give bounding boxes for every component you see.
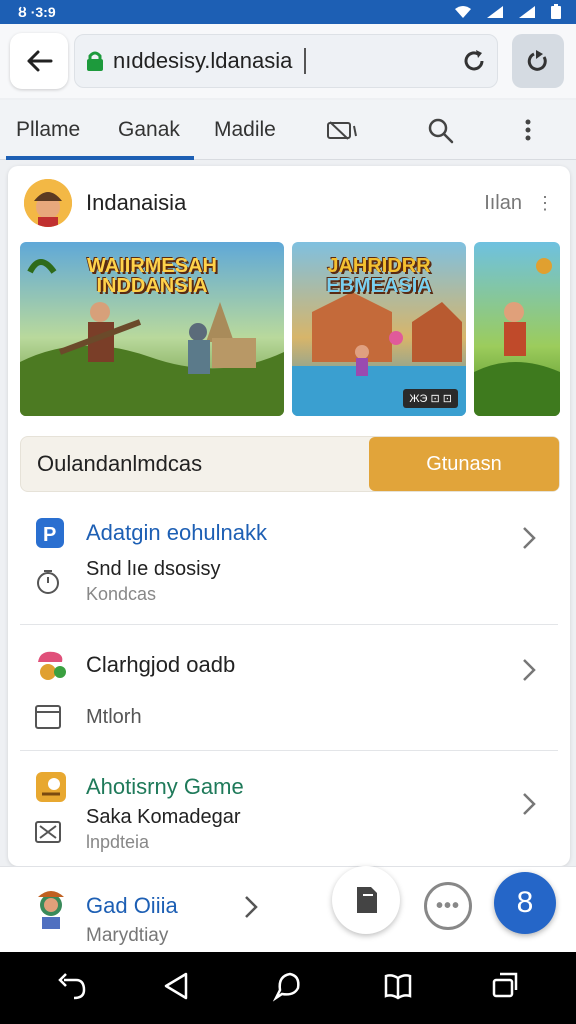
list-item-1-sub2: Kondcas <box>86 584 157 604</box>
divider <box>20 624 558 625</box>
more-options-button[interactable]: ••• <box>424 882 472 930</box>
search-icon[interactable] <box>428 118 454 144</box>
list-item-3[interactable]: Ahotisrny Game Saka Komadegar lnpdteia <box>20 762 558 866</box>
wifi-icon <box>455 6 471 18</box>
list-item-3-sub2: lnpdteia <box>86 832 150 852</box>
character-avatar-icon <box>24 179 72 227</box>
list-item-3-title: Ahotisrny Game <box>86 774 244 799</box>
home-icon[interactable] <box>272 970 302 1002</box>
tab-ganak[interactable]: Ganak <box>118 118 180 142</box>
lock-icon <box>87 51 103 71</box>
chevron-right-icon <box>523 659 536 681</box>
system-nav-bar <box>0 952 576 1024</box>
thumbnail-2-title: JAHRIDRR <box>327 255 431 277</box>
tab-pllame[interactable]: Pllame <box>16 118 80 142</box>
refresh-share-icon <box>527 50 547 71</box>
recents-icon[interactable] <box>490 970 520 1000</box>
primary-fab-label: 8 <box>516 886 534 919</box>
game-art-3 <box>474 258 560 416</box>
channel-header[interactable]: Indanaisia Iılan ⋮ <box>24 178 554 228</box>
app-p-icon: P <box>36 518 64 548</box>
divider <box>20 750 558 751</box>
thumbnail-2-badge: ЖЭ ⊡ ⊡ <box>403 389 458 408</box>
signal-icon <box>487 6 503 18</box>
tab-madile[interactable]: Madile <box>214 118 276 142</box>
thumbnail-carousel[interactable]: WAIIRMESAH INDDANSIA JAHRIDRR EBMEASIA Ж… <box>20 242 560 418</box>
list-item-2[interactable]: Clarhgjod oadb Mtlorh <box>20 636 558 748</box>
chevron-right-icon <box>523 793 536 815</box>
back-triangle-icon[interactable] <box>162 970 192 1002</box>
status-time: ȣ ·3:9 <box>18 4 56 20</box>
status-bar: ȣ ·3:9 <box>0 0 576 24</box>
url-field[interactable]: nıddesisy.ldanasia <box>74 34 498 88</box>
list-item-1[interactable]: P Adatgin eohulnakk Snd lıe dsosisy Kond… <box>20 504 558 622</box>
svg-text:P: P <box>43 524 56 546</box>
list-item-2-sub: Mtlorh <box>86 706 142 728</box>
chevron-right-icon <box>245 896 258 918</box>
search-row: Oulandanlmdcas Gtunasn <box>20 436 560 492</box>
search-query[interactable]: Oulandanlmdcas <box>37 451 369 477</box>
back-arrow-icon <box>27 50 53 72</box>
back-button[interactable] <box>10 33 68 89</box>
document-icon <box>357 887 377 913</box>
thumbnail-2-subtitle: EBMEASIA <box>326 275 432 297</box>
list-item-1-title: Adatgin eohulnakk <box>86 520 268 545</box>
signal-icon-2 <box>519 6 535 18</box>
no-video-icon[interactable] <box>326 120 360 142</box>
undo-icon[interactable] <box>56 970 88 1002</box>
timer-icon <box>37 570 59 594</box>
channel-name: Indanaisia <box>86 190 187 215</box>
status-icons <box>454 4 562 20</box>
document-fab[interactable] <box>332 866 400 934</box>
battery-icon <box>551 4 561 19</box>
primary-fab[interactable]: 8 <box>494 872 556 934</box>
thumbnail-1-subtitle: INDDANSIA <box>96 275 208 297</box>
thumbnail-3[interactable] <box>474 242 560 416</box>
bottom-panel-title: Gad Oiiia <box>86 893 178 918</box>
chevron-right-icon <box>523 527 536 549</box>
channel-avatar <box>24 179 72 227</box>
channel-meta: Iılan <box>484 191 522 214</box>
game-controller-icon <box>36 772 66 802</box>
character-avatar-icon <box>38 891 64 929</box>
url-text: nıddesisy.ldanasia <box>113 48 307 74</box>
bottom-panel-sub: Marydtiay <box>86 925 169 946</box>
list-item-2-title: Clarhgjod oadb <box>86 652 236 677</box>
overflow-menu-icon[interactable] <box>524 118 532 142</box>
list-item-1-sub: Snd lıe dsosisy <box>86 558 221 580</box>
book-icon[interactable] <box>382 970 414 1002</box>
more-dots-icon: ••• <box>435 894 460 917</box>
active-tab-indicator <box>6 156 194 160</box>
list-item-3-sub: Saka Komadegar <box>86 806 241 828</box>
thumbnail-2[interactable]: JAHRIDRR EBMEASIA ЖЭ ⊡ ⊡ <box>292 242 466 416</box>
channel-menu-icon[interactable]: ⋮ <box>536 193 554 214</box>
thumbnail-1[interactable]: WAIIRMESAH INDDANSIA <box>20 242 284 416</box>
mail-icon <box>35 821 61 843</box>
game-blob-icon <box>38 651 66 680</box>
content-card: Indanaisia Iılan ⋮ WAIIRMESAH INDDANSIA <box>8 166 570 866</box>
share-button[interactable] <box>512 34 564 88</box>
reload-icon[interactable] <box>461 48 487 74</box>
window-icon <box>35 705 61 729</box>
search-go-button[interactable]: Gtunasn <box>369 437 559 491</box>
thumbnail-1-title: WAIIRMESAH <box>87 255 217 277</box>
bottom-mini-panel[interactable]: Gad Oiiia Marydtiay <box>0 866 576 952</box>
tab-bar: Pllame Ganak Madile <box>0 100 576 160</box>
browser-toolbar: nıddesisy.ldanasia <box>0 24 576 98</box>
